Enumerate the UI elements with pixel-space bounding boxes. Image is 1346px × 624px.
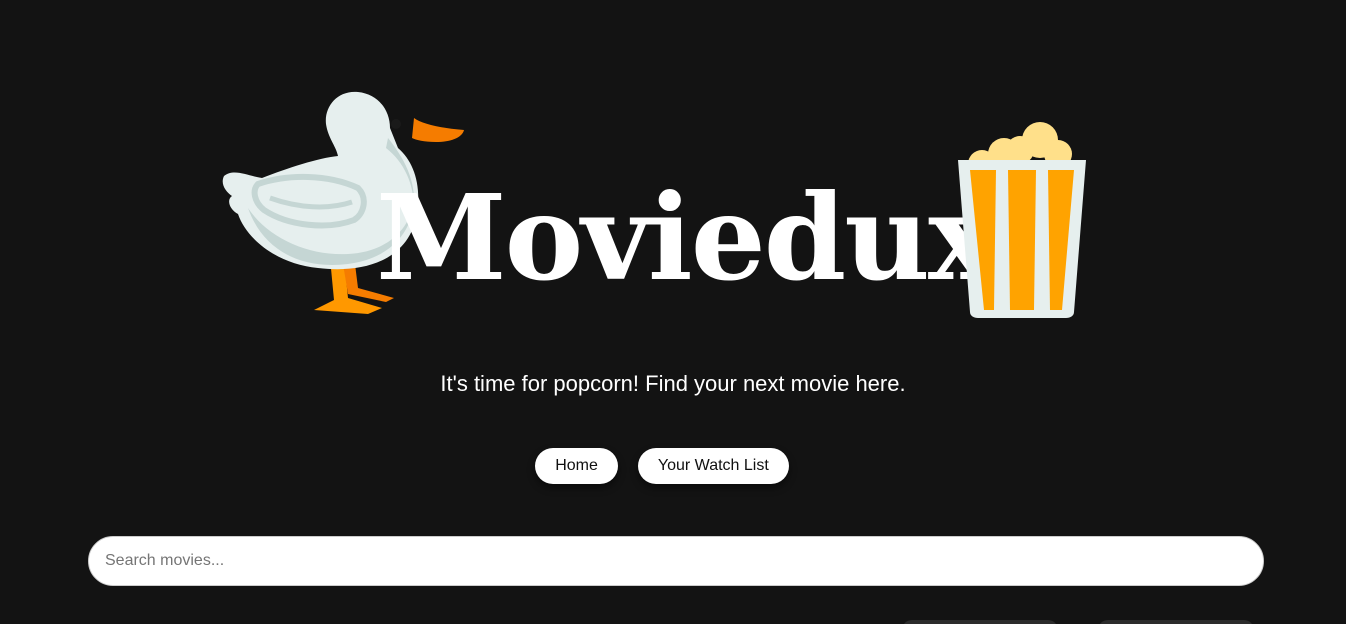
main-nav: Home Your Watch List (0, 448, 1346, 484)
nav-home-button[interactable]: Home (535, 448, 618, 484)
logo-text: Moviedux (376, 168, 998, 307)
logo: Moviedux (0, 0, 1346, 340)
tagline: It's time for popcorn! Find your next mo… (440, 371, 906, 396)
popcorn-icon (958, 122, 1086, 318)
movie-card-peek (1098, 620, 1254, 624)
page: Moviedux It's time for popcorn! Find you… (0, 0, 1346, 624)
nav-watch-list-button[interactable]: Your Watch List (637, 448, 789, 484)
search-input[interactable] (88, 536, 1264, 586)
movie-card-peek (902, 620, 1058, 624)
